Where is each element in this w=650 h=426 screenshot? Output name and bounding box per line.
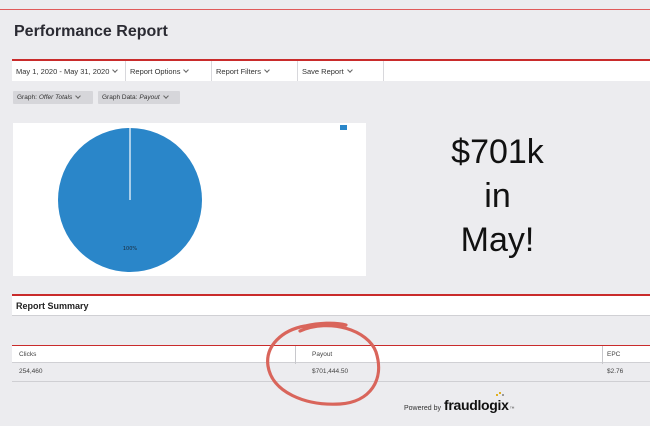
top-divider bbox=[0, 9, 650, 10]
chevron-down-icon bbox=[183, 66, 190, 73]
annotation-line-month: May! bbox=[460, 221, 535, 259]
report-filters-label: Report Filters bbox=[216, 66, 262, 76]
chevron-down-icon bbox=[112, 66, 119, 73]
graph-data-value: Payout bbox=[139, 94, 160, 101]
cell-payout: $701,444.50 bbox=[312, 368, 349, 375]
chevron-down-icon bbox=[264, 66, 270, 73]
table-row: 254,460 $701,444.50 $2.76 bbox=[12, 363, 650, 382]
date-range-label: May 1, 2020 - May 31, 2020 bbox=[16, 66, 110, 76]
legend-swatch[interactable] bbox=[340, 125, 347, 130]
summary-table: Clicks Payout EPC 254,460 $701,444.50 $2… bbox=[12, 345, 650, 382]
report-options-label: Report Options bbox=[130, 66, 181, 76]
column-header-clicks[interactable]: Clicks bbox=[19, 351, 36, 358]
trademark-symbol: ™ bbox=[509, 406, 515, 412]
brand-name: fraudlogix bbox=[443, 397, 509, 413]
cell-epc: $2.76 bbox=[607, 368, 624, 375]
column-header-epc[interactable]: EPC bbox=[607, 351, 620, 358]
save-report-label: Save Report bbox=[302, 66, 344, 76]
date-range-dropdown[interactable]: May 1, 2020 - May 31, 2020 bbox=[12, 61, 126, 81]
pie-slice-label: 100% bbox=[123, 246, 138, 252]
chart-panel: 100% bbox=[13, 123, 366, 276]
logo-dots-icon bbox=[495, 392, 504, 396]
column-divider bbox=[295, 346, 296, 364]
powered-by-footer: Powered by fraudlogix ™ bbox=[404, 392, 515, 413]
chevron-down-icon bbox=[346, 66, 353, 73]
graph-data-dropdown[interactable]: Graph Data: Payout bbox=[98, 91, 180, 104]
report-options-dropdown[interactable]: Report Options bbox=[126, 61, 212, 81]
report-filters-dropdown[interactable]: Report Filters bbox=[212, 61, 298, 81]
column-header-payout[interactable]: Payout bbox=[312, 351, 332, 358]
graph-type-value: Offer Totals bbox=[38, 94, 73, 101]
chevron-down-icon bbox=[162, 93, 169, 99]
annotation-text: $701k in May! bbox=[400, 130, 595, 262]
annotation-line-amount: $701k bbox=[451, 133, 544, 171]
graph-data-label: Graph Data: bbox=[102, 94, 138, 101]
report-summary-title: Report Summary bbox=[16, 301, 89, 311]
graph-type-dropdown[interactable]: Graph: Offer Totals bbox=[13, 91, 93, 104]
save-report-dropdown[interactable]: Save Report bbox=[298, 61, 384, 81]
graph-type-label: Graph: bbox=[17, 94, 37, 101]
table-header-row: Clicks Payout EPC bbox=[12, 345, 650, 364]
powered-by-label: Powered by bbox=[404, 405, 441, 412]
report-summary-header: Report Summary bbox=[12, 294, 650, 316]
cell-clicks: 254,460 bbox=[19, 368, 43, 375]
pie-chart: 100% bbox=[58, 125, 347, 272]
column-divider bbox=[602, 346, 603, 364]
fraudlogix-logo: fraudlogix bbox=[443, 392, 509, 413]
report-toolbar: May 1, 2020 - May 31, 2020 Report Option… bbox=[12, 59, 650, 81]
chevron-down-icon bbox=[75, 93, 82, 99]
page-title: Performance Report bbox=[14, 23, 168, 40]
annotation-line-in: in bbox=[484, 177, 511, 215]
